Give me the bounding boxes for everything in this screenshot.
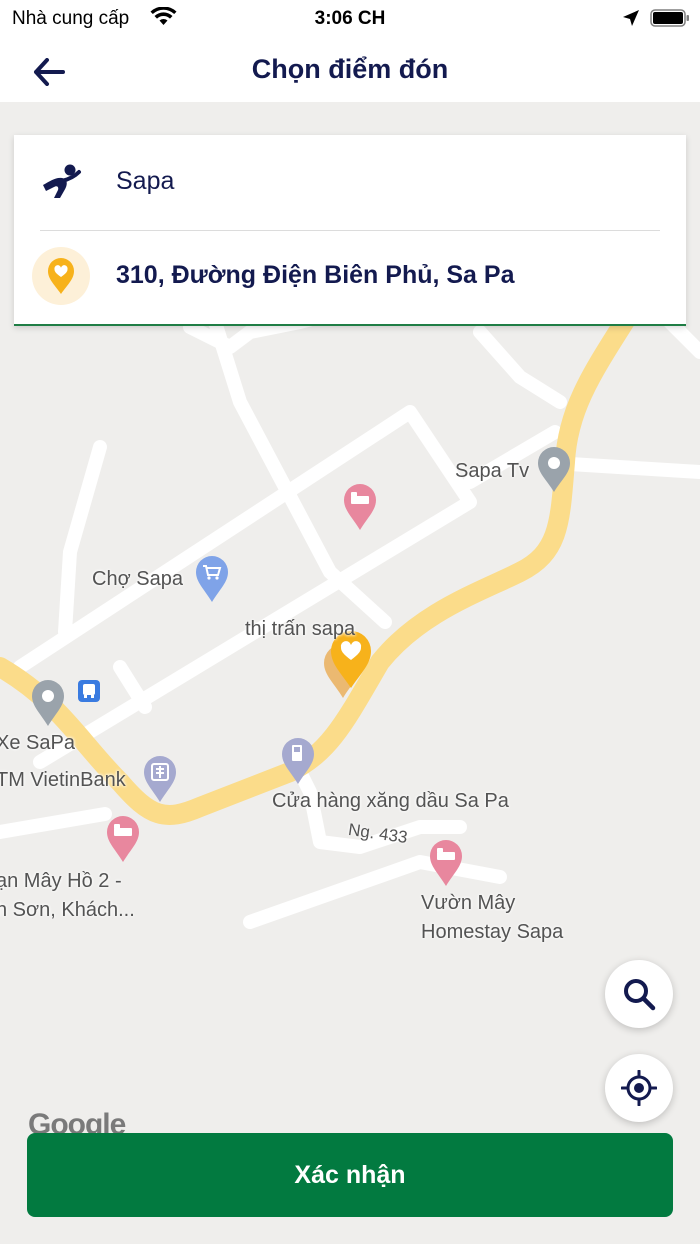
search-icon xyxy=(624,979,656,1011)
map-label-cua-hang-xang: Cửa hàng xăng dầu Sa Pa xyxy=(272,790,509,812)
homestay-pin-icon[interactable] xyxy=(428,838,464,888)
confirm-button-label: Xác nhận xyxy=(294,1160,406,1189)
origin-row[interactable]: Sapa xyxy=(14,135,686,230)
crosshair-icon xyxy=(621,1070,657,1106)
origin-label: Sapa xyxy=(116,167,175,195)
map-label-sapa-tv: Sapa Tv xyxy=(455,460,530,482)
map-label-thi-tran-sapa: thị trấn sapa xyxy=(245,618,356,640)
status-bar: Nhà cung cấp 3:06 CH xyxy=(0,0,700,40)
sapa-tv-pin-icon[interactable] xyxy=(536,446,572,494)
map-label-vuon-may-line2: Homestay Sapa xyxy=(421,921,564,943)
map-label-vietinbank: TM VietinBank xyxy=(0,769,126,791)
pickup-pin-icon xyxy=(48,258,74,294)
map-label-vuon-may-line1: Vườn Mây xyxy=(421,892,516,914)
route-card: Sapa 310, Đường Điện Biên Phủ, Sa Pa xyxy=(14,135,686,326)
gray-place-pin-icon[interactable] xyxy=(30,678,66,728)
hotel-pin-icon[interactable] xyxy=(105,814,141,864)
market-pin-icon[interactable] xyxy=(194,554,230,604)
pickup-address: 310, Đường Điện Biên Phủ, Sa Pa xyxy=(116,261,515,289)
pickup-icon-badge xyxy=(32,247,90,305)
search-button[interactable] xyxy=(605,960,673,1028)
map-label-may-ho-line1: ạn Mây Hồ 2 - xyxy=(0,870,122,892)
confirm-button[interactable]: Xác nhận xyxy=(27,1133,673,1217)
bus-stop-icon[interactable] xyxy=(77,679,101,703)
status-time: 3:06 CH xyxy=(314,8,386,29)
location-arrow-icon xyxy=(623,10,639,26)
my-location-button[interactable] xyxy=(605,1054,673,1122)
hotel-pin-icon[interactable] xyxy=(342,482,378,532)
pickup-row[interactable]: 310, Đường Điện Biên Phủ, Sa Pa xyxy=(14,231,686,325)
map-label-cho-sapa: Chợ Sapa xyxy=(92,568,183,590)
passenger-icon xyxy=(43,164,81,198)
map-label-xe-sapa: Xe SaPa xyxy=(0,732,75,754)
gas-station-pin-icon[interactable] xyxy=(280,736,316,786)
bank-pin-icon[interactable] xyxy=(142,754,178,804)
battery-icon xyxy=(650,9,689,27)
page-title: Chọn điểm đón xyxy=(251,54,449,84)
map-label-may-ho-line2: h Sơn, Khách... xyxy=(0,899,135,921)
header: Chọn điểm đón xyxy=(0,40,700,102)
